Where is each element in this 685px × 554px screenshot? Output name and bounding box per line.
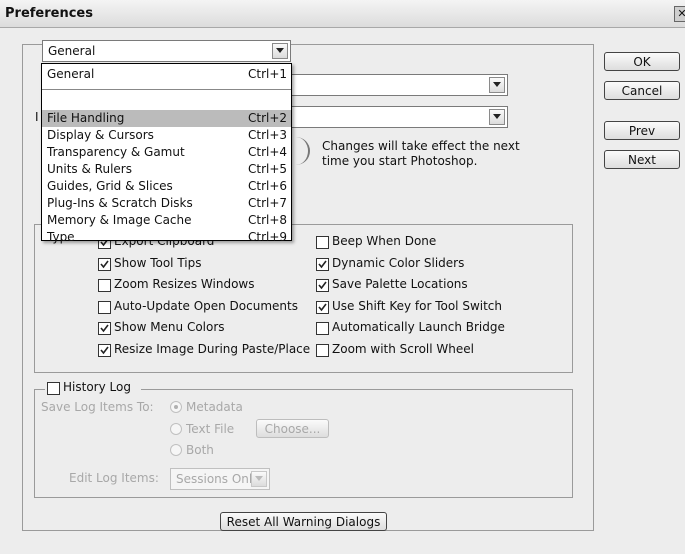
- menu-item-label: Guides, Grid & Slices: [47, 179, 173, 193]
- menu-item-label: Plug-Ins & Scratch Disks: [47, 196, 193, 210]
- menu-item[interactable]: File Handling Ctrl+2: [42, 110, 291, 127]
- checkbox-box[interactable]: [316, 322, 329, 335]
- menu-item[interactable]: Display & Cursors Ctrl+3: [42, 127, 291, 144]
- checkbox-label: Automatically Launch Bridge: [332, 320, 505, 334]
- prev-button[interactable]: Prev: [604, 121, 680, 140]
- interpolation-select[interactable]: [290, 106, 508, 128]
- checkbox-box[interactable]: [98, 279, 111, 292]
- section-dropdown-menu: General Ctrl+1 File Handling Ctrl+2 Display …: [41, 63, 292, 244]
- menu-item[interactable]: Type Ctrl+9: [42, 229, 291, 246]
- checkbox-label: Show Menu Colors: [114, 320, 225, 334]
- menu-item[interactable]: Transparency & Gamut Ctrl+4: [42, 144, 291, 161]
- menu-item-shortcut: Ctrl+8: [248, 213, 288, 227]
- color-picker-select[interactable]: [290, 74, 508, 96]
- menu-item-shortcut: Ctrl+1: [248, 67, 288, 81]
- checkbox-box[interactable]: [316, 279, 329, 292]
- chevron-down-icon[interactable]: [489, 109, 505, 125]
- save-log-items-label: Save Log Items To:: [41, 400, 154, 414]
- menu-item-shortcut: Ctrl+4: [248, 145, 288, 159]
- notice-line-2: time you start Photoshop.: [322, 154, 478, 168]
- ok-button[interactable]: OK: [604, 52, 680, 71]
- next-button[interactable]: Next: [604, 150, 680, 169]
- menu-item[interactable]: Units & Rulers Ctrl+5: [42, 161, 291, 178]
- checkbox-label: Use Shift Key for Tool Switch: [332, 298, 503, 313]
- radio-label: Both: [186, 443, 214, 457]
- menu-item-label: Memory & Image Cache: [47, 213, 192, 227]
- menu-item-shortcut: Ctrl+6: [248, 179, 288, 193]
- checkbox-label: Save Palette Locations: [332, 277, 468, 291]
- menu-item-shortcut: Ctrl+2: [248, 111, 288, 125]
- checkbox-box[interactable]: [98, 300, 111, 314]
- menu-item-label: Display & Cursors: [47, 128, 154, 142]
- title-bar: Preferences ✕: [0, 0, 685, 28]
- checkbox-box[interactable]: [98, 257, 111, 271]
- checkbox-box[interactable]: [316, 236, 329, 249]
- menu-item-label: Units & Rulers: [47, 162, 132, 176]
- menu-item-shortcut: Ctrl+7: [248, 196, 288, 210]
- section-select-value: General: [48, 44, 96, 58]
- edit-log-items-label: Edit Log Items:: [69, 471, 159, 485]
- checkbox-box[interactable]: [316, 257, 329, 271]
- checkbox-label: Zoom with Scroll Wheel: [332, 341, 474, 356]
- checkbox-box[interactable]: [98, 322, 111, 335]
- checkbox-box[interactable]: [316, 343, 329, 357]
- checkbox-box[interactable]: [47, 382, 60, 395]
- edit-log-items-select[interactable]: Sessions Only: [170, 468, 270, 490]
- restart-notice: Changes will take effect the next time y…: [322, 139, 520, 169]
- menu-item-shortcut: Ctrl+9: [248, 230, 288, 244]
- menu-item-label: General: [47, 67, 95, 81]
- checkbox-label: Resize Image During Paste/Place: [114, 341, 311, 356]
- close-icon[interactable]: ✕: [674, 6, 685, 22]
- radio-dot[interactable]: [170, 444, 182, 456]
- notice-line-1: Changes will take effect the next: [322, 139, 520, 153]
- radio-dot[interactable]: [170, 423, 182, 435]
- checkbox-label: Zoom Resizes Windows: [114, 277, 255, 291]
- window-title: Preferences: [5, 6, 93, 21]
- history-log-label: History Log: [63, 380, 131, 394]
- checkbox-box[interactable]: [316, 300, 329, 314]
- menu-separator: [42, 89, 291, 90]
- chevron-down-icon[interactable]: [489, 77, 505, 93]
- menu-item-label: Type: [47, 230, 75, 244]
- partial-label: I: [35, 110, 39, 124]
- checkbox-label: Dynamic Color Sliders: [332, 255, 465, 270]
- menu-item-shortcut: Ctrl+5: [248, 162, 288, 176]
- menu-item[interactable]: Plug-Ins & Scratch Disks Ctrl+7: [42, 195, 291, 212]
- menu-item-shortcut: Ctrl+3: [248, 128, 288, 142]
- menu-item[interactable]: Guides, Grid & Slices Ctrl+6: [42, 178, 291, 195]
- radio-dot[interactable]: [170, 401, 182, 413]
- checkbox-box[interactable]: [98, 343, 111, 357]
- history-log-checkbox[interactable]: History Log: [45, 380, 141, 396]
- radio-label: Metadata: [186, 400, 243, 414]
- edit-log-items-value: Sessions Only: [176, 472, 260, 486]
- menu-item-label: File Handling: [47, 111, 125, 125]
- choose-button[interactable]: Choose...: [256, 419, 329, 438]
- checkbox-label: Auto-Update Open Documents: [114, 298, 298, 313]
- menu-item-label: Transparency & Gamut: [47, 145, 185, 159]
- chevron-down-icon[interactable]: [272, 43, 288, 59]
- reset-warning-dialogs-button[interactable]: Reset All Warning Dialogs: [220, 512, 387, 531]
- chevron-down-icon[interactable]: [251, 471, 267, 487]
- section-select[interactable]: General: [42, 40, 291, 62]
- checkbox-label: Show Tool Tips: [114, 255, 202, 270]
- checkbox-label: Beep When Done: [332, 234, 437, 248]
- menu-item[interactable]: Memory & Image Cache Ctrl+8: [42, 212, 291, 229]
- radio-label: Text File: [186, 422, 235, 436]
- menu-item[interactable]: General Ctrl+1: [42, 66, 291, 83]
- cancel-button[interactable]: Cancel: [604, 81, 680, 100]
